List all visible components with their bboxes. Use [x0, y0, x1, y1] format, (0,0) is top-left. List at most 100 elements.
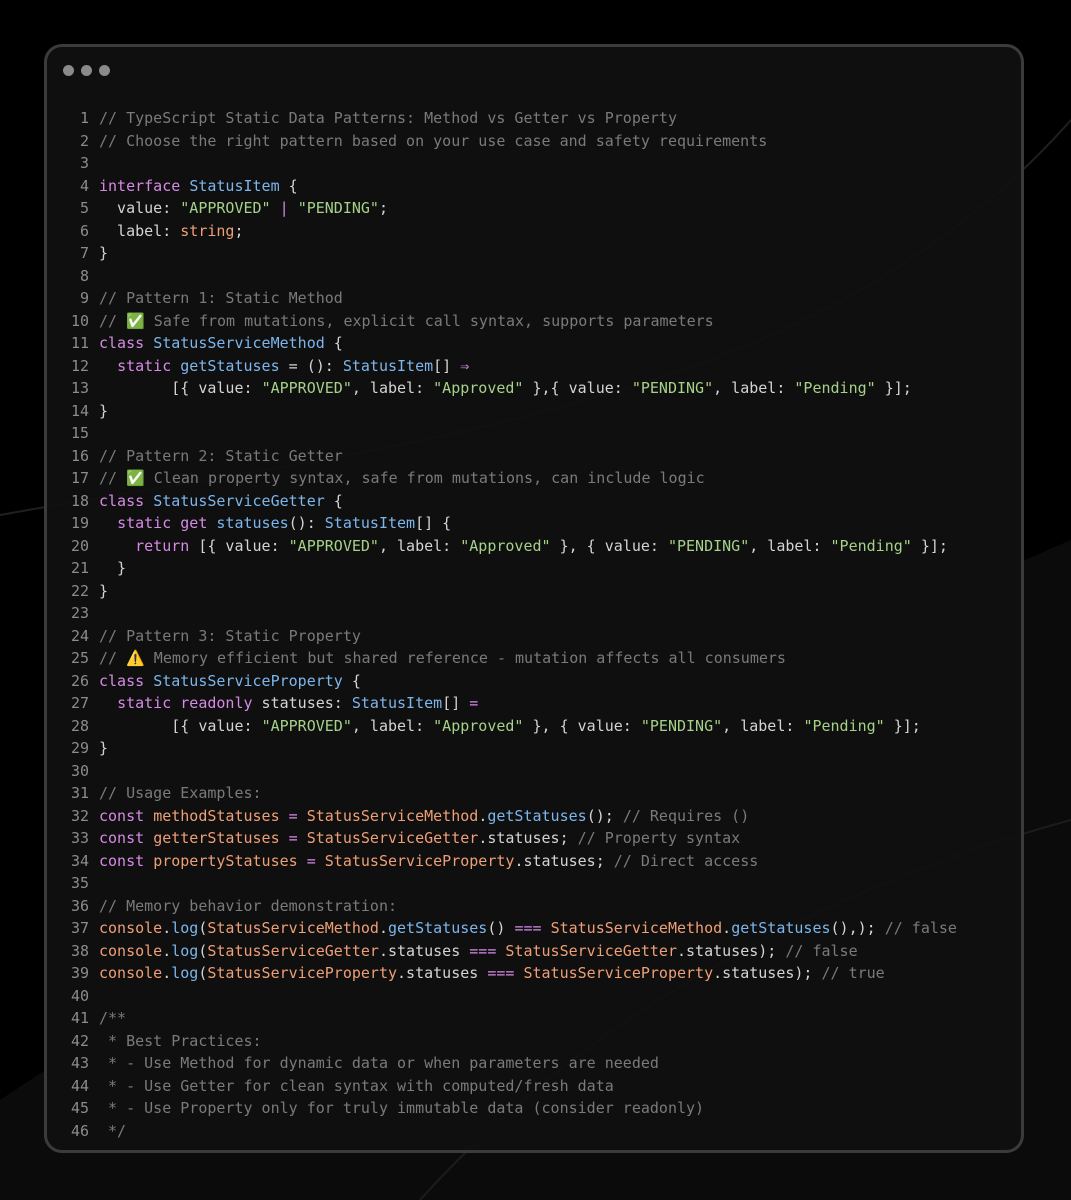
line-number: 27	[70, 694, 89, 712]
code-token: StatusServiceProperty	[153, 671, 343, 690]
line-number: 23	[70, 604, 89, 622]
code-token: StatusServiceGetter	[153, 491, 325, 510]
code-token: =	[288, 806, 298, 825]
code-text: console.log(StatusServiceGetter.statuses…	[99, 940, 858, 963]
line-number: 20	[70, 536, 89, 555]
code-text: class StatusServiceGetter {	[99, 490, 343, 513]
line-number: 12	[70, 356, 89, 375]
code-line: 36 // Memory behavior demonstration:	[47, 895, 1021, 918]
code-token: // Pattern 1: Static Method	[99, 289, 343, 307]
line-number: 36	[70, 896, 89, 915]
code-token: [] {	[415, 514, 452, 532]
code-token: StatusServiceMethod	[207, 919, 379, 937]
code-text: console.log(StatusServiceProperty.status…	[99, 962, 885, 985]
line-number: 34	[70, 851, 89, 870]
code-token: ();	[586, 806, 623, 825]
code-token: readonly	[180, 694, 253, 712]
code-token: , label:	[378, 536, 461, 555]
code-text: * - Use Getter for clean syntax with com…	[99, 1075, 614, 1098]
line-number: 35	[70, 874, 89, 892]
code-token: {	[324, 491, 343, 510]
line-number: 29	[70, 739, 89, 757]
code-line: 16 // Pattern 2: Static Getter	[47, 445, 1021, 468]
window-controls	[63, 65, 110, 76]
code-token: // Choose the right pattern based on you…	[99, 131, 768, 150]
code-text: */	[99, 1120, 126, 1143]
code-token: "APPROVED"	[180, 199, 271, 217]
line-number: 26	[70, 671, 89, 690]
maximize-dot-icon[interactable]	[99, 65, 110, 76]
code-line: 45 * - Use Property only for truly immut…	[47, 1097, 1021, 1120]
code-token: // false	[884, 919, 957, 937]
code-token: "Approved"	[433, 716, 524, 735]
close-dot-icon[interactable]	[63, 65, 74, 76]
code-token: .	[162, 919, 172, 937]
code-token: /**	[99, 1009, 127, 1027]
code-line: 18 class StatusServiceGetter {	[47, 490, 1021, 513]
code-token: // ✅ Safe from mutations, explicit call …	[99, 311, 714, 330]
line-number: 39	[70, 964, 89, 982]
code-token: "PENDING"	[297, 199, 379, 217]
code-line: 37 console.log(StatusServiceMethod.getSta…	[47, 917, 1021, 940]
code-token: "Pending"	[830, 536, 912, 555]
code-line: 35	[47, 872, 1021, 895]
minimize-dot-icon[interactable]	[81, 65, 92, 76]
line-number: 13	[70, 379, 89, 397]
line-number: 45	[70, 1099, 89, 1117]
code-token: .	[162, 964, 172, 982]
code-token: log	[171, 941, 199, 960]
code-token: StatusServiceMethod	[153, 334, 325, 352]
line-number: 8	[79, 266, 89, 285]
code-line: 17 // ✅ Clean property syntax, safe from …	[47, 467, 1021, 490]
code-token: getStatuses	[388, 919, 488, 937]
code-text: // ✅ Clean property syntax, safe from mu…	[99, 467, 705, 490]
code-text: // Usage Examples:	[99, 782, 262, 805]
line-number: 14	[70, 401, 89, 420]
code-token: StatusItem	[342, 356, 434, 375]
line-number: 11	[70, 334, 89, 352]
code-token: [{ value:	[99, 379, 262, 397]
line-number: 18	[70, 491, 89, 510]
code-text: }	[99, 737, 108, 760]
code-text: [{ value: "APPROVED", label: "Approved" …	[99, 377, 912, 400]
code-token: getStatuses	[731, 919, 831, 937]
code-text: label: string;	[99, 220, 243, 243]
code-line: 30	[47, 760, 1021, 783]
code-token: "APPROVED"	[288, 536, 379, 555]
code-line: 38 console.log(StatusServiceGetter.status…	[47, 940, 1021, 963]
code-line: 44 * - Use Getter for clean syntax with …	[47, 1075, 1021, 1098]
code-line: 46 */	[47, 1120, 1021, 1143]
code-editor[interactable]: 1 // TypeScript Static Data Patterns: Met…	[47, 107, 1021, 1142]
code-token: }];	[884, 716, 921, 735]
code-token: value:	[99, 199, 181, 217]
code-token: // ⚠️ Memory efficient but shared refere…	[99, 649, 786, 667]
code-line: 10 // ✅ Safe from mutations, explicit cal…	[47, 310, 1021, 333]
code-window: 1 // TypeScript Static Data Patterns: Met…	[44, 44, 1024, 1153]
code-token: StatusItem	[189, 176, 280, 195]
code-token: |	[279, 199, 289, 217]
code-line: 5 value: "APPROVED" | "PENDING";	[47, 197, 1021, 220]
code-token: "Pending"	[794, 379, 876, 397]
code-line: 4 interface StatusItem {	[47, 175, 1021, 198]
code-token: }	[99, 401, 109, 420]
code-token: StatusServiceMethod	[550, 919, 723, 937]
code-token: get	[180, 514, 208, 532]
code-token: =	[288, 829, 298, 847]
line-number: 25	[70, 649, 89, 667]
code-token: * - Use Method for dynamic data or when …	[99, 1054, 659, 1072]
code-line: 28 [{ value: "APPROVED", label: "Approve…	[47, 715, 1021, 738]
line-number: 21	[70, 559, 89, 577]
code-text: // Choose the right pattern based on you…	[99, 130, 767, 153]
code-token: statuses:	[252, 694, 352, 712]
code-token: ()	[487, 919, 515, 937]
code-token: =	[469, 694, 479, 712]
code-text: value: "APPROVED" | "PENDING";	[99, 197, 388, 220]
line-number: 44	[70, 1076, 89, 1095]
